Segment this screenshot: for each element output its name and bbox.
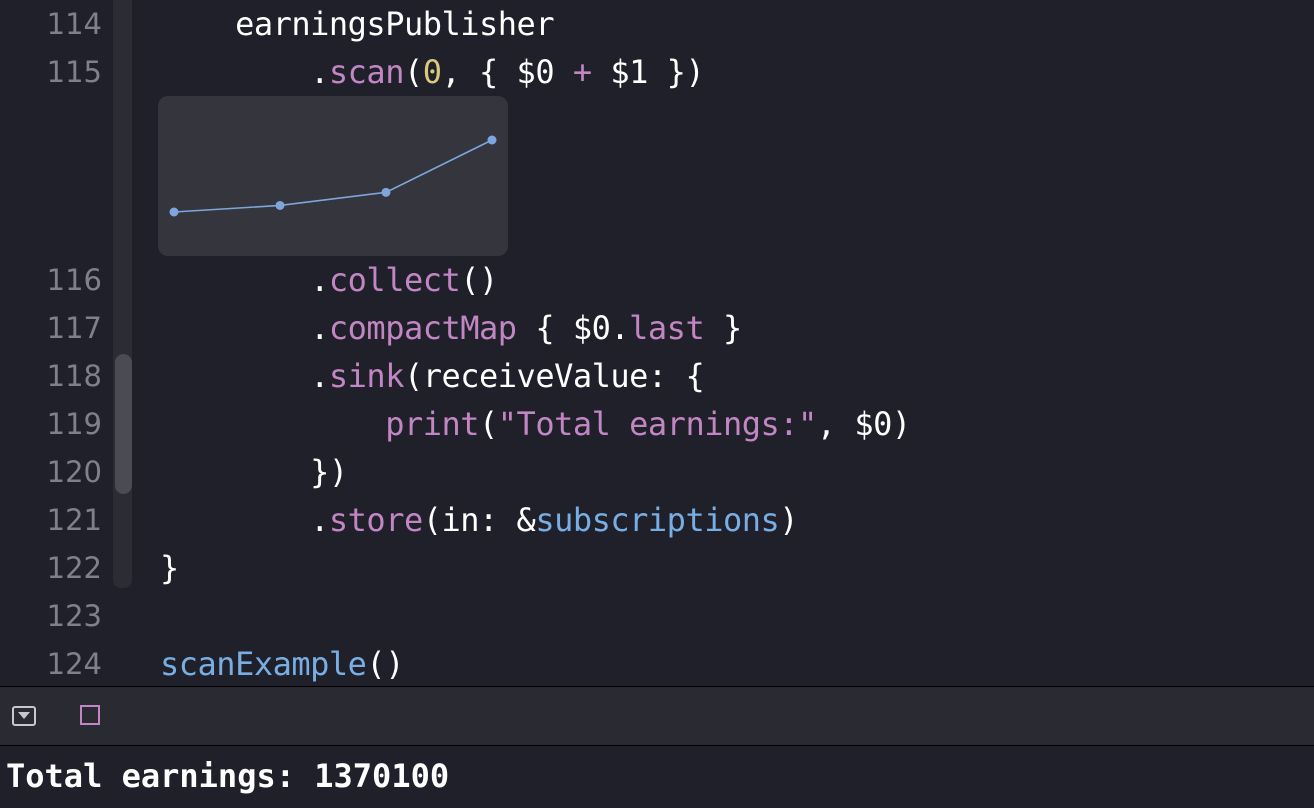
- code-text: .: [160, 309, 329, 347]
- operator: +: [572, 53, 592, 91]
- code-text: }: [160, 549, 179, 587]
- result-point: [381, 187, 391, 197]
- code-text: .: [160, 261, 329, 299]
- line-number: 122: [46, 551, 102, 585]
- code-text: earningsPublisher: [160, 5, 555, 43]
- code-line-119[interactable]: print("Total earnings:", $0): [160, 400, 911, 448]
- line-number: 121: [46, 503, 102, 537]
- line-number: 117: [46, 311, 102, 345]
- line-number: 120: [46, 455, 102, 489]
- triangle-down-icon[interactable]: [12, 706, 36, 726]
- code-text: , { $0: [441, 53, 573, 91]
- code-text: .: [160, 501, 329, 539]
- line-number: 116: [46, 263, 102, 297]
- code-text: (): [460, 261, 498, 299]
- code-text: (in: &: [422, 501, 536, 539]
- function-name: print: [385, 405, 480, 443]
- code-line-115[interactable]: .scan(0, { $0 + $1 }): [160, 48, 705, 96]
- method-name: collect: [328, 261, 461, 299]
- method-name: compactMap: [328, 309, 517, 347]
- code-text: $1 }): [591, 53, 705, 91]
- code-text: ): [779, 501, 799, 539]
- result-point: [487, 135, 497, 145]
- code-editor[interactable]: 114 115 116 117 118 119 120 121 122 123 …: [0, 0, 1314, 686]
- code-line-114[interactable]: earningsPublisher: [160, 0, 555, 48]
- result-line-chart: [169, 135, 497, 217]
- line-number: 123: [46, 599, 102, 633]
- number-literal: 0: [422, 53, 442, 91]
- code-text: (: [403, 53, 423, 91]
- line-number: 118: [46, 359, 102, 393]
- console-area[interactable]: Total earnings: 1370100: [0, 746, 1314, 808]
- code-text: .: [160, 357, 329, 395]
- inline-result-chart[interactable]: [158, 96, 508, 256]
- line-number: 115: [46, 55, 102, 89]
- method-name: scan: [328, 53, 405, 91]
- gutter-scrollbar-track: [113, 0, 132, 588]
- code-line-121[interactable]: .store(in: &subscriptions): [160, 496, 798, 544]
- code-line-118[interactable]: .sink(receiveValue: {: [160, 352, 705, 400]
- code-text: .: [160, 53, 329, 91]
- project-symbol: subscriptions: [535, 501, 780, 539]
- console-output: Total earnings: 1370100: [6, 757, 450, 795]
- code-text: (): [366, 645, 404, 683]
- debug-bar: [0, 686, 1314, 746]
- code-text: (receiveValue: {: [403, 357, 705, 395]
- square-icon[interactable]: [80, 705, 100, 725]
- code-text: }): [160, 453, 348, 491]
- method-name: store: [328, 501, 423, 539]
- scroll-thumb[interactable]: [115, 354, 132, 494]
- code-text: , $0): [816, 405, 911, 443]
- code-line-117[interactable]: .compactMap { $0.last }: [160, 304, 742, 352]
- string-literal: "Total earnings:": [497, 405, 818, 443]
- code-line-122[interactable]: }: [160, 544, 179, 592]
- code-line-124[interactable]: scanExample(): [160, 640, 404, 686]
- result-point: [275, 200, 285, 210]
- result-point: [169, 207, 179, 217]
- line-number: 119: [46, 407, 102, 441]
- code-line-120[interactable]: }): [160, 448, 348, 496]
- code-line-116[interactable]: .collect(): [160, 256, 498, 304]
- method-name: sink: [328, 357, 405, 395]
- result-series-line: [173, 139, 493, 213]
- code-text: }: [704, 309, 742, 347]
- code-text: { $0.: [516, 309, 630, 347]
- project-symbol: scanExample: [160, 645, 367, 683]
- code-text: (: [479, 405, 498, 443]
- line-number: 124: [46, 647, 102, 681]
- property-name: last: [629, 309, 705, 347]
- line-number: 114: [46, 7, 102, 41]
